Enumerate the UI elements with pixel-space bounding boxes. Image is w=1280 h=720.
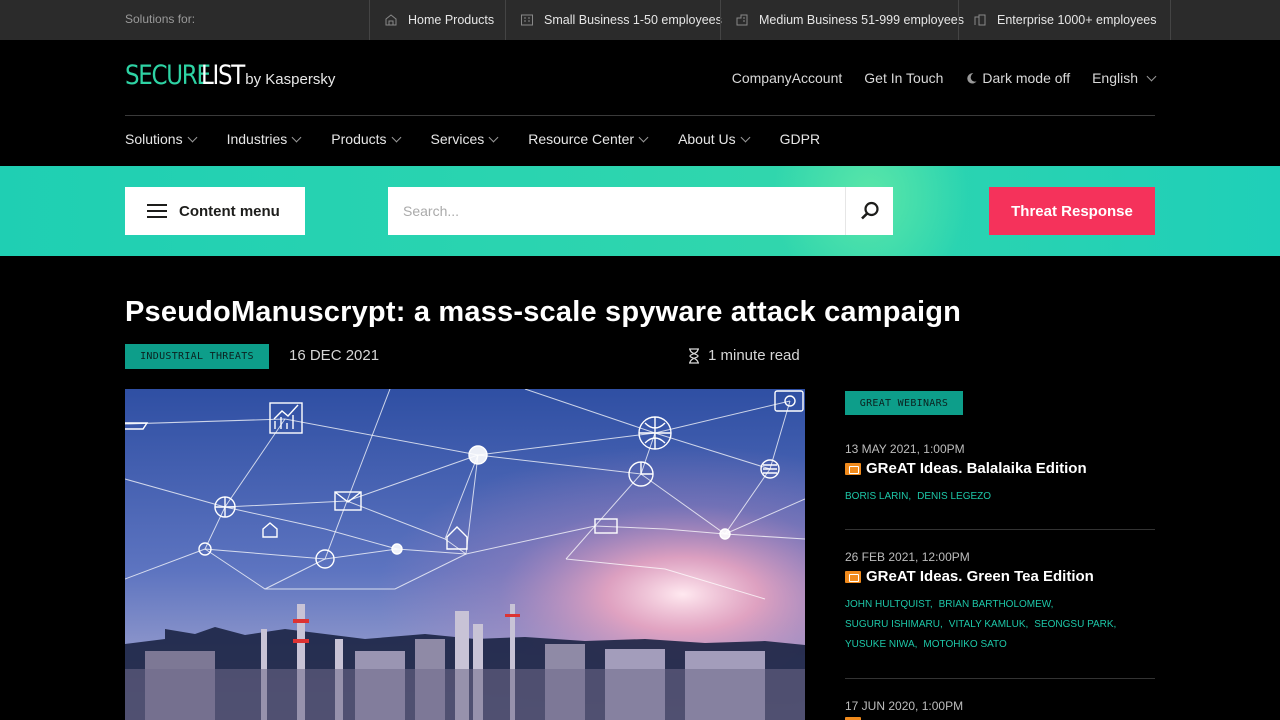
main-nav: Solutions Industries Products Services R… [125, 131, 820, 147]
industrial-network-illustration [125, 389, 805, 720]
nav-label: Products [331, 131, 387, 147]
nav-label: About Us [678, 131, 736, 147]
hourglass-icon [689, 347, 699, 364]
chevron-down-icon [488, 132, 499, 142]
webinar-date: 17 JUN 2020, 1:00PM [845, 699, 964, 713]
nav-services[interactable]: Services [430, 131, 499, 147]
nav-label: Resource Center [528, 131, 635, 147]
webinar-date: 26 FEB 2021, 12:00PM [845, 550, 970, 564]
nav-gdpr[interactable]: GDPR [780, 131, 820, 147]
nav-label: GDPR [779, 131, 821, 147]
search-button[interactable] [845, 187, 893, 235]
nav-label: Solutions [125, 131, 183, 147]
chevron-down-icon [391, 132, 401, 142]
nav-products[interactable]: Products [331, 131, 401, 147]
chevron-down-icon [187, 132, 198, 142]
webinar-date: 13 MAY 2021, 1:00PM [845, 442, 965, 456]
webinar-item[interactable]: 26 FEB 2021, 12:00PM GReAT Ideas. Green … [845, 550, 1155, 655]
nav-label: Services [430, 131, 485, 147]
search-box [388, 187, 893, 235]
segment-small-business[interactable]: Small Business 1-50 employees [505, 0, 736, 40]
webinar-title[interactable]: GReAT Ideas. Balalaika Edition [845, 460, 1155, 477]
nav-resource-center[interactable]: Resource Center [528, 131, 649, 147]
author-link[interactable]: MOTOHIKO SATO [923, 635, 1006, 655]
author-link[interactable]: SEONGSU PARK, [1034, 615, 1116, 635]
hamburger-icon [147, 204, 167, 218]
read-time: 1 minute read [687, 347, 800, 364]
search-icon [860, 201, 879, 220]
webinar-item[interactable]: 13 MAY 2021, 1:00PM GReAT Ideas. Balalai… [845, 442, 1155, 507]
author-link[interactable]: JOHN HULTQUIST, [845, 595, 933, 615]
chevron-down-icon [1146, 71, 1157, 81]
company-account-link[interactable]: CompanyAccount [732, 70, 843, 86]
article-hero-image [125, 389, 805, 720]
webinar-divider [845, 529, 1155, 530]
segment-label: Enterprise 1000+ employees [997, 13, 1157, 27]
moon-icon [967, 72, 978, 84]
content-menu-button[interactable]: Content menu [125, 187, 305, 235]
segment-label: Small Business 1-50 employees [544, 13, 722, 27]
chevron-down-icon [740, 132, 751, 142]
segment-label: Home Products [408, 13, 495, 27]
author-link[interactable]: BORIS LARIN, [845, 487, 911, 507]
category-tag[interactable]: INDUSTRIAL THREATS [125, 344, 269, 369]
language-selector[interactable]: English [1092, 70, 1157, 86]
logo-list: LIST [200, 60, 245, 91]
search-input[interactable] [388, 187, 845, 235]
nav-about-us[interactable]: About Us [678, 131, 751, 147]
dark-mode-toggle[interactable]: Dark mode off [965, 70, 1070, 86]
author-link[interactable]: BRIAN BARTHOLOMEW, [939, 595, 1054, 615]
language-label: English [1092, 70, 1138, 86]
solutions-label: Solutions for: [125, 12, 196, 26]
home-icon [385, 14, 397, 26]
segment-label: Medium Business 51-999 employees [759, 13, 964, 27]
chevron-down-icon [291, 132, 302, 142]
logo-secure: SECURE [125, 60, 211, 91]
author-link[interactable]: VITALY KAMLUK, [949, 615, 1028, 635]
article-title: PseudoManuscrypt: a mass-scale spyware a… [125, 296, 962, 328]
webinar-authors: JOHN HULTQUIST, BRIAN BARTHOLOMEW, SUGUR… [845, 595, 1155, 655]
segment-enterprise[interactable]: Enterprise 1000+ employees [958, 0, 1172, 40]
nav-solutions[interactable]: Solutions [125, 131, 198, 147]
article-date: 16 DEC 2021 [289, 347, 380, 364]
header-divider [125, 115, 1155, 116]
nav-label: Industries [226, 131, 288, 147]
header-links: CompanyAccount Get In Touch Dark mode of… [732, 70, 1157, 86]
enterprise-building-icon [974, 14, 986, 26]
author-link[interactable]: SUGURU ISHIMARU, [845, 615, 943, 635]
webinar-item[interactable]: 17 JUN 2020, 1:00PM [845, 699, 1155, 720]
webinar-authors: BORIS LARIN, DENIS LEGEZO [845, 487, 1155, 507]
webinar-icon [845, 570, 861, 583]
securelist-logo[interactable]: SECURE LIST by Kaspersky [125, 60, 335, 91]
logo-by-kaspersky: by Kaspersky [245, 71, 336, 88]
webinar-title-label: GReAT Ideas. Green Tea Edition [866, 568, 1094, 585]
author-link[interactable]: DENIS LEGEZO [917, 487, 991, 507]
medium-building-icon [736, 14, 748, 26]
webinar-title[interactable]: GReAT Ideas. Green Tea Edition [845, 568, 1155, 585]
solutions-bar: Solutions for: Home Products Small Busin… [0, 0, 1280, 40]
author-link[interactable]: YUSUKE NIWA, [845, 635, 917, 655]
get-in-touch-link[interactable]: Get In Touch [864, 70, 943, 86]
dark-mode-label: Dark mode off [982, 70, 1071, 86]
segment-home-products[interactable]: Home Products [369, 0, 508, 40]
chevron-down-icon [638, 132, 649, 142]
great-webinars-tag[interactable]: GREAT WEBINARS [845, 391, 963, 415]
content-menu-label: Content menu [179, 202, 280, 220]
webinar-title-label: GReAT Ideas. Balalaika Edition [866, 460, 1087, 477]
webinar-divider [845, 678, 1155, 679]
segment-medium-business[interactable]: Medium Business 51-999 employees [720, 0, 978, 40]
webinar-icon [845, 462, 861, 475]
nav-industries[interactable]: Industries [226, 131, 302, 147]
threat-response-button[interactable]: Threat Response [989, 187, 1155, 235]
read-time-label: 1 minute read [708, 347, 800, 364]
small-building-icon [521, 14, 533, 26]
